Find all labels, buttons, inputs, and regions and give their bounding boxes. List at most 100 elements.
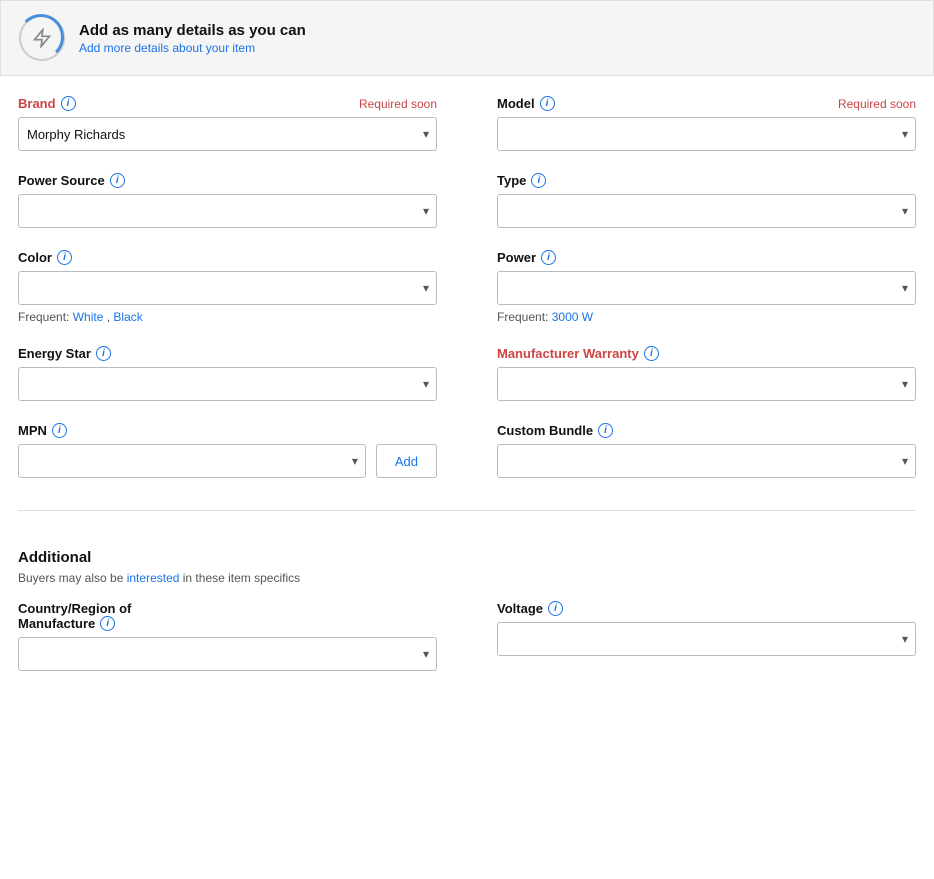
- custom-bundle-select[interactable]: [497, 444, 916, 478]
- additional-section: Additional Buyers may also be interested…: [0, 549, 934, 713]
- mpn-info-icon[interactable]: i: [52, 423, 67, 438]
- color-info-icon[interactable]: i: [57, 250, 72, 265]
- color-frequent-row: Frequent: White , Black: [18, 310, 437, 324]
- power-source-info-icon[interactable]: i: [110, 173, 125, 188]
- mpn-add-button[interactable]: Add: [376, 444, 437, 478]
- country-label-multiline: Country/Region of Manufacture i: [18, 601, 131, 631]
- model-required-soon: Required soon: [838, 97, 916, 111]
- mpn-field-group: MPN i ▾ Add: [18, 423, 437, 478]
- header-title: Add as many details as you can: [79, 22, 306, 39]
- power-source-label-left: Power Source i: [18, 173, 125, 188]
- additional-sub-link[interactable]: interested: [127, 571, 180, 585]
- model-select-wrapper: ▾: [497, 117, 916, 151]
- power-frequent-label: Frequent:: [497, 310, 548, 324]
- voltage-field-group: Voltage i ▾: [497, 601, 916, 671]
- power-source-select[interactable]: [18, 194, 437, 228]
- voltage-select[interactable]: [497, 622, 916, 656]
- model-label-left: Model i: [497, 96, 555, 111]
- energy-star-select[interactable]: [18, 367, 437, 401]
- power-info-icon[interactable]: i: [541, 250, 556, 265]
- custom-bundle-label-row: Custom Bundle i: [497, 423, 916, 438]
- type-field-group: Type i ▾: [497, 173, 916, 228]
- power-source-label: Power Source: [18, 173, 105, 188]
- brand-label-left: Brand i: [18, 96, 76, 111]
- model-label: Model: [497, 96, 535, 111]
- manufacturer-warranty-label-row: Manufacturer Warranty i: [497, 346, 916, 361]
- color-label-left: Color i: [18, 250, 72, 265]
- manufacturer-warranty-label: Manufacturer Warranty: [497, 346, 639, 361]
- mpn-label: MPN: [18, 423, 47, 438]
- type-select[interactable]: [497, 194, 916, 228]
- brand-label-row: Brand i Required soon: [18, 96, 437, 111]
- additional-title: Additional: [18, 549, 916, 566]
- country-select[interactable]: [18, 637, 437, 671]
- color-select[interactable]: [18, 271, 437, 305]
- country-label-left: Country/Region of Manufacture i: [18, 601, 131, 631]
- power-label-row: Power i: [497, 250, 916, 265]
- brand-info-icon[interactable]: i: [61, 96, 76, 111]
- type-label-left: Type i: [497, 173, 546, 188]
- model-info-icon[interactable]: i: [540, 96, 555, 111]
- color-frequent-black[interactable]: Black: [113, 310, 142, 324]
- manufacturer-warranty-info-icon[interactable]: i: [644, 346, 659, 361]
- power-field-group: Power i ▾ Frequent: 3000 W: [497, 250, 916, 324]
- voltage-label-left: Voltage i: [497, 601, 563, 616]
- model-field-group: Model i Required soon ▾: [497, 96, 916, 151]
- brand-select[interactable]: Morphy Richards: [18, 117, 437, 151]
- energy-star-info-icon[interactable]: i: [96, 346, 111, 361]
- mpn-label-row: MPN i: [18, 423, 437, 438]
- voltage-select-wrapper: ▾: [497, 622, 916, 656]
- custom-bundle-info-icon[interactable]: i: [598, 423, 613, 438]
- energy-star-label: Energy Star: [18, 346, 91, 361]
- type-info-icon[interactable]: i: [531, 173, 546, 188]
- type-select-wrapper: ▾: [497, 194, 916, 228]
- voltage-label-row: Voltage i: [497, 601, 916, 616]
- fields-grid: Brand i Required soon Morphy Richards ▾ …: [18, 96, 916, 500]
- voltage-info-icon[interactable]: i: [548, 601, 563, 616]
- header-text: Add as many details as you can Add more …: [79, 22, 306, 55]
- additional-sub-before: Buyers may also be: [18, 571, 127, 585]
- custom-bundle-label-left: Custom Bundle i: [497, 423, 613, 438]
- color-field-group: Color i ▾ Frequent: White , Black: [18, 250, 437, 324]
- mpn-select-wrapper: ▾: [18, 444, 366, 478]
- color-frequent-white[interactable]: White: [73, 310, 104, 324]
- custom-bundle-field-group: Custom Bundle i ▾: [497, 423, 916, 478]
- color-select-wrapper: ▾: [18, 271, 437, 305]
- section-divider: [18, 510, 916, 511]
- power-source-select-wrapper: ▾: [18, 194, 437, 228]
- custom-bundle-select-wrapper: ▾: [497, 444, 916, 478]
- header-banner: Add as many details as you can Add more …: [0, 0, 934, 76]
- manufacturer-warranty-select[interactable]: [497, 367, 916, 401]
- mpn-input-row: ▾ Add: [18, 444, 437, 478]
- energy-star-select-wrapper: ▾: [18, 367, 437, 401]
- additional-subtitle: Buyers may also be interested in these i…: [18, 571, 916, 585]
- additional-fields-grid: Country/Region of Manufacture i ▾: [18, 601, 916, 693]
- header-subtitle: Add more details about your item: [79, 41, 306, 55]
- brand-label: Brand: [18, 96, 56, 111]
- manufacturer-warranty-field-group: Manufacturer Warranty i ▾: [497, 346, 916, 401]
- type-label: Type: [497, 173, 526, 188]
- brand-required-soon: Required soon: [359, 97, 437, 111]
- power-label-left: Power i: [497, 250, 556, 265]
- country-select-wrapper: ▾: [18, 637, 437, 671]
- power-source-label-row: Power Source i: [18, 173, 437, 188]
- type-label-row: Type i: [497, 173, 916, 188]
- power-select[interactable]: [497, 271, 916, 305]
- power-label: Power: [497, 250, 536, 265]
- country-label-row: Country/Region of Manufacture i: [18, 601, 437, 631]
- model-select[interactable]: [497, 117, 916, 151]
- manufacturer-warranty-select-wrapper: ▾: [497, 367, 916, 401]
- header-icon: [19, 15, 65, 61]
- mpn-label-left: MPN i: [18, 423, 67, 438]
- country-label-line2: Manufacture: [18, 616, 95, 631]
- power-source-field-group: Power Source i ▾: [18, 173, 437, 228]
- mpn-select[interactable]: [18, 444, 366, 478]
- color-frequent-label: Frequent:: [18, 310, 69, 324]
- brand-select-wrapper: Morphy Richards ▾: [18, 117, 437, 151]
- energy-star-label-row: Energy Star i: [18, 346, 437, 361]
- custom-bundle-label: Custom Bundle: [497, 423, 593, 438]
- main-content: Brand i Required soon Morphy Richards ▾ …: [0, 96, 934, 549]
- country-info-icon[interactable]: i: [100, 616, 115, 631]
- voltage-label: Voltage: [497, 601, 543, 616]
- power-frequent-value[interactable]: 3000 W: [552, 310, 593, 324]
